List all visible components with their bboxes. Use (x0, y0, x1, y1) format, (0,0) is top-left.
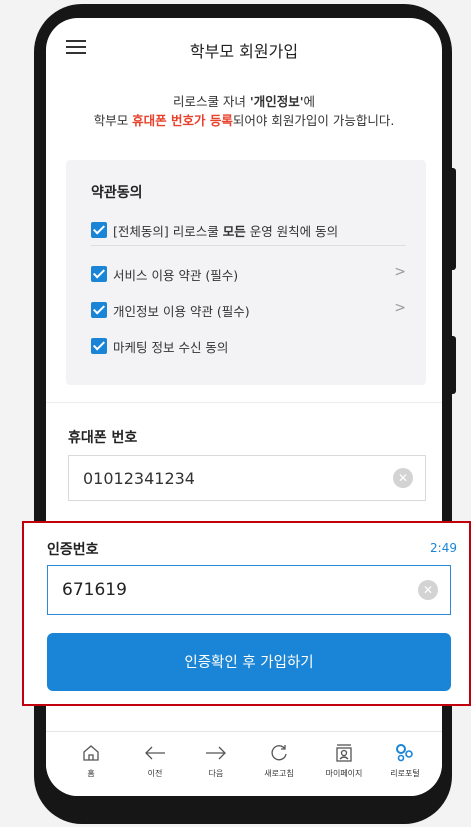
terms-title: 약관동의 (91, 185, 143, 201)
notice-bold-text: '개인정보' (249, 94, 304, 109)
verification-timer: 2:49 (430, 541, 457, 555)
nav-home[interactable]: 홈 (64, 740, 118, 779)
notice-text: 에 (303, 94, 316, 109)
nav-mypage[interactable]: 마이페이지 (317, 740, 371, 779)
refresh-icon (252, 740, 306, 766)
notice-highlight-text: 휴대폰 번호가 등록 (132, 113, 233, 128)
phone-side-button (449, 168, 456, 270)
clear-icon[interactable]: ✕ (418, 580, 438, 600)
notice-text: 되어야 회원가입이 가능합니다. (232, 113, 395, 128)
terms-item-label: 마케팅 정보 수신 동의 (113, 339, 229, 355)
divider (91, 245, 406, 246)
terms-item-label: 서비스 이용 약관 (필수) (113, 267, 239, 283)
verify-and-signup-button[interactable]: 인증확인 후 가입하기 (47, 633, 451, 691)
checkbox-checked-icon[interactable] (91, 338, 107, 354)
mypage-icon (317, 740, 371, 766)
arrow-left-icon (128, 740, 182, 766)
nav-label: 새로고침 (264, 769, 294, 778)
agree-all-checkbox-row[interactable]: [전체동의] 리로스쿨 모든 운영 원칙에 동의 (91, 220, 338, 240)
terms-item-service[interactable]: 서비스 이용 약관 (필수) (91, 264, 406, 284)
checkbox-checked-icon[interactable] (91, 222, 107, 238)
nav-back[interactable]: 이전 (128, 740, 182, 779)
phone-number-field[interactable]: ✕ (68, 455, 426, 501)
verification-code-input[interactable] (62, 566, 392, 614)
signup-notice: 리로스쿨 자녀 '개인정보'에 학부모 휴대폰 번호가 등록되어야 회원가입이 … (46, 92, 442, 130)
verification-section-highlight: 인증번호 2:49 ✕ 인증확인 후 가입하기 (22, 521, 471, 706)
checkbox-checked-icon[interactable] (91, 266, 107, 282)
terms-item-privacy[interactable]: 개인정보 이용 약관 (필수) (91, 300, 406, 320)
nav-label: 리로포털 (390, 769, 420, 778)
home-icon (64, 740, 118, 766)
checkbox-checked-icon[interactable] (91, 302, 107, 318)
nav-label: 다음 (208, 769, 224, 778)
nav-label: 마이페이지 (325, 769, 363, 778)
phone-side-button (449, 336, 456, 394)
page-title: 학부모 회원가입 (189, 42, 299, 61)
portal-icon (378, 740, 432, 766)
chevron-right-icon[interactable]: > (394, 300, 406, 316)
agree-all-label: [전체동의] 리로스쿨 모든 운영 원칙에 동의 (113, 223, 339, 239)
clear-icon[interactable]: ✕ (393, 468, 413, 488)
bottom-navigation-bar: 홈 이전 다음 새로고침 마이페이지 리로포털 (46, 731, 442, 796)
terms-item-marketing[interactable]: 마케팅 정보 수신 동의 (91, 336, 228, 356)
verification-code-label: 인증번호 (47, 542, 99, 558)
chevron-right-icon[interactable]: > (394, 264, 406, 280)
notice-text: 리로스쿨 자녀 (172, 94, 250, 109)
phone-number-label: 휴대폰 번호 (68, 430, 138, 446)
phone-number-input[interactable] (83, 456, 383, 500)
nav-label: 이전 (147, 769, 163, 778)
nav-portal[interactable]: 리로포털 (378, 740, 432, 779)
nav-label: 홈 (87, 769, 95, 778)
verification-code-field[interactable]: ✕ (47, 565, 451, 615)
terms-item-label: 개인정보 이용 약관 (필수) (113, 303, 250, 319)
nav-refresh[interactable]: 새로고침 (252, 740, 306, 779)
app-header: 학부모 회원가입 (46, 18, 442, 76)
nav-forward[interactable]: 다음 (189, 740, 243, 779)
terms-agreement-box: 약관동의 [전체동의] 리로스쿨 모든 운영 원칙에 동의 서비스 이용 약관 … (66, 160, 426, 385)
arrow-right-icon (189, 740, 243, 766)
notice-text: 학부모 (93, 113, 133, 128)
section-divider (46, 402, 442, 403)
